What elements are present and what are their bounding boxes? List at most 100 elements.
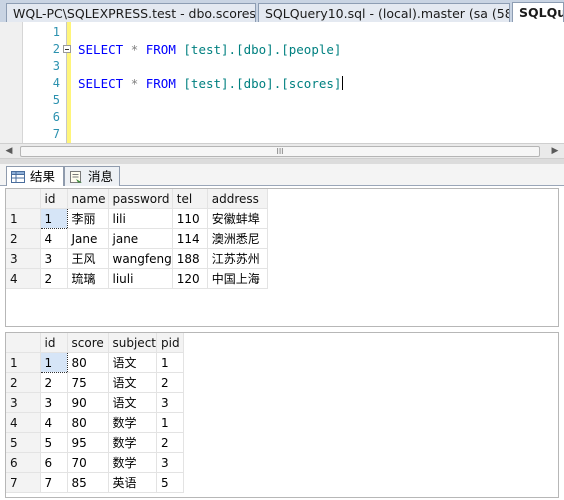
grid-cell[interactable]: 2: [40, 268, 68, 289]
column-header[interactable]: id: [40, 333, 68, 353]
row-header-corner[interactable]: [6, 333, 41, 353]
tab-messages[interactable]: 消息: [64, 166, 120, 186]
grid-cell[interactable]: 1: [156, 352, 184, 373]
grid-cell[interactable]: 3: [40, 392, 68, 413]
table-row: 1 1 李丽 lili 110 安徽蚌埠: [6, 208, 268, 229]
grid-cell[interactable]: 188: [172, 248, 208, 269]
keyword: SELECT: [78, 76, 124, 91]
table-row: 3 3 90 语文 3: [6, 392, 184, 413]
grid-cell[interactable]: 110: [172, 208, 208, 229]
row-header-corner[interactable]: [6, 189, 41, 209]
column-header[interactable]: password: [108, 189, 173, 209]
row-number[interactable]: 6: [6, 452, 41, 473]
grid-cell[interactable]: lili: [108, 208, 173, 229]
row-number[interactable]: 4: [6, 412, 41, 433]
column-header[interactable]: name: [67, 189, 109, 209]
grid-cell[interactable]: 数学: [108, 452, 157, 473]
code-line-2: SELECT * FROM [test].[dbo].[people]: [78, 41, 341, 58]
grid-cell[interactable]: 1: [156, 412, 184, 433]
grid-cell[interactable]: 英语: [108, 472, 157, 493]
result-grid-scores[interactable]: id score subject pid 1 1 80 语文 1 2 2 75: [6, 333, 184, 493]
grid-cell[interactable]: 3: [40, 248, 68, 269]
grid-cell[interactable]: 4: [40, 412, 68, 433]
grid-cell[interactable]: 2: [156, 372, 184, 393]
table-row: 4 2 琉璃 liuli 120 中国上海: [6, 268, 268, 289]
text-caret: [342, 76, 344, 90]
table-row: 7 7 85 英语 5: [6, 472, 184, 493]
scroll-left-icon[interactable]: ◀: [2, 145, 16, 158]
scroll-right-icon[interactable]: ▶: [548, 145, 562, 158]
grid-cell[interactable]: 江苏苏州: [207, 248, 268, 269]
column-header[interactable]: address: [207, 189, 268, 209]
table-row: 3 3 王风 wangfeng 188 江苏苏州: [6, 248, 268, 269]
column-header[interactable]: id: [40, 189, 68, 209]
grid-cell[interactable]: 80: [67, 412, 109, 433]
line-number: 1: [52, 25, 60, 39]
row-number[interactable]: 7: [6, 472, 41, 493]
grid-cell[interactable]: 4: [40, 228, 68, 249]
tab-active-query[interactable]: SQLQue: [512, 2, 564, 22]
grid-cell[interactable]: 王风: [67, 248, 109, 269]
tab-dbo-scores[interactable]: WQL-PC\SQLEXPRESS.test - dbo.scores: [6, 3, 256, 22]
horizontal-scrollbar[interactable]: ◀ III ▶: [0, 143, 564, 159]
column-header[interactable]: subject: [108, 333, 157, 353]
line-number: 6: [52, 110, 60, 124]
grid-cell[interactable]: 语文: [108, 352, 157, 373]
collapse-icon[interactable]: [63, 45, 71, 53]
table-reference: [test].[dbo].[people]: [183, 42, 342, 57]
grid-cell[interactable]: 3: [156, 392, 184, 413]
row-number[interactable]: 2: [6, 372, 41, 393]
grid-cell[interactable]: 澳洲悉尼: [207, 228, 268, 249]
grid-cell[interactable]: 3: [156, 452, 184, 473]
grid-cell[interactable]: 5: [40, 432, 68, 453]
grid-cell[interactable]: 85: [67, 472, 109, 493]
grid-cell[interactable]: 语文: [108, 392, 157, 413]
grid-cell[interactable]: 120: [172, 268, 208, 289]
tab-results[interactable]: 结果: [6, 166, 64, 186]
grid-cell[interactable]: wangfeng: [108, 248, 173, 269]
tab-label: WQL-PC\SQLEXPRESS.test - dbo.scores: [13, 6, 256, 21]
grid-cell[interactable]: 7: [40, 472, 68, 493]
column-header[interactable]: pid: [156, 333, 184, 353]
grid-cell[interactable]: 数学: [108, 432, 157, 453]
scrollbar-thumb[interactable]: III: [20, 146, 540, 157]
grid-cell[interactable]: 114: [172, 228, 208, 249]
grid-cell[interactable]: 数学: [108, 412, 157, 433]
row-number[interactable]: 1: [6, 208, 41, 229]
row-number[interactable]: 5: [6, 432, 41, 453]
tab-sqlquery10[interactable]: SQLQuery10.sql - (local).master (sa (58)…: [258, 3, 510, 22]
line-number: 7: [52, 127, 60, 141]
grid-cell[interactable]: 75: [67, 372, 109, 393]
grid-cell[interactable]: jane: [108, 228, 173, 249]
result-grid-people[interactable]: id name password tel address 1 1 李丽 lili…: [6, 189, 268, 289]
grid-cell[interactable]: 80: [67, 352, 109, 373]
grid-cell[interactable]: 90: [67, 392, 109, 413]
grid-header-row: id score subject pid: [6, 333, 184, 353]
row-number[interactable]: 1: [6, 352, 41, 373]
grid-cell[interactable]: 5: [156, 472, 184, 493]
grid-cell[interactable]: 95: [67, 432, 109, 453]
row-number[interactable]: 2: [6, 228, 41, 249]
grid-cell[interactable]: 2: [156, 432, 184, 453]
query-editor[interactable]: 1 2 3 4 5 6 7 SELECT * FROM [test].[dbo]…: [0, 22, 564, 143]
grid-cell[interactable]: 6: [40, 452, 68, 473]
grid-cell[interactable]: 语文: [108, 372, 157, 393]
grid-cell-selected[interactable]: 1: [39, 208, 68, 229]
row-number[interactable]: 4: [6, 268, 41, 289]
grid-cell[interactable]: 安徽蚌埠: [207, 208, 268, 229]
column-header[interactable]: tel: [172, 189, 208, 209]
table-reference: [test].[dbo].[scores]: [183, 76, 342, 91]
grid-cell[interactable]: Jane: [67, 228, 109, 249]
row-number[interactable]: 3: [6, 248, 41, 269]
grid-cell[interactable]: liuli: [108, 268, 173, 289]
grid-cell[interactable]: 70: [67, 452, 109, 473]
tab-label: SQLQue: [519, 5, 563, 20]
grid-cell[interactable]: 李丽: [67, 208, 109, 229]
grid-cell[interactable]: 2: [40, 372, 68, 393]
row-number[interactable]: 3: [6, 392, 41, 413]
column-header[interactable]: score: [67, 333, 109, 353]
editor-margin: [0, 22, 23, 143]
grid-cell-selected[interactable]: 1: [39, 352, 68, 373]
grid-cell[interactable]: 琉璃: [67, 268, 109, 289]
grid-cell[interactable]: 中国上海: [207, 268, 268, 289]
